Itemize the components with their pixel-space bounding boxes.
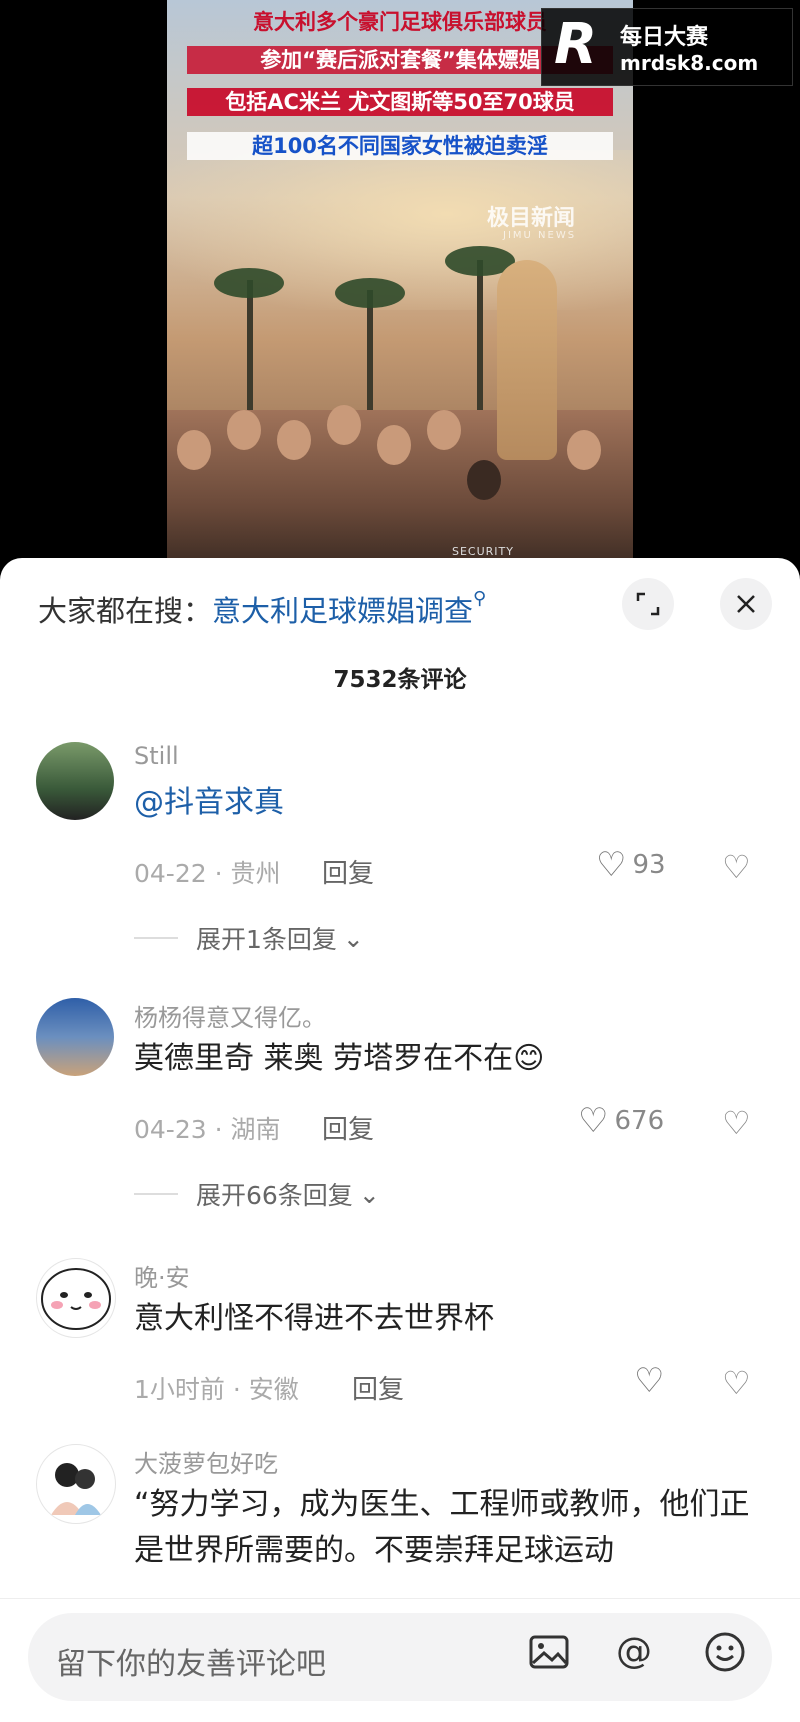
- comment-text[interactable]: “努力学习，成为医生、工程师或教师，他们正是世界所需要的。不要崇拜足球运动: [134, 1482, 754, 1574]
- reply-button[interactable]: 回复: [322, 1109, 374, 1146]
- comment-count: 7532条评论: [333, 667, 467, 693]
- comment-username[interactable]: 杨杨得意又得亿。: [134, 998, 326, 1033]
- comment-panel: 大家都在搜：意大利足球嫖娼调查⚲ 7532条评论 Still @抖音求真 04-…: [0, 558, 800, 1721]
- expand-replies-label: 展开66条回复: [196, 1181, 353, 1210]
- comment-date-location: 04-22 · 贵州: [134, 859, 281, 888]
- chevron-down-icon: ⌄: [358, 1179, 380, 1209]
- comment-text[interactable]: @抖音求真: [134, 780, 754, 826]
- reply-button[interactable]: 回复: [322, 853, 374, 890]
- like-button[interactable]: ♡: [634, 1364, 664, 1398]
- person: [467, 460, 501, 500]
- expand-replies[interactable]: 展开1条回复 ⌄: [134, 920, 364, 956]
- palm-tree: [477, 260, 483, 420]
- palm-leaves: [335, 278, 405, 308]
- divider: [134, 937, 178, 939]
- avatar[interactable]: [36, 1258, 116, 1338]
- dislike-icon[interactable]: ♡: [722, 1104, 751, 1142]
- palm-leaves: [214, 268, 284, 298]
- video-headline: 超100名不同国家女性被迫卖淫: [187, 132, 613, 160]
- comment-username[interactable]: 大菠萝包好吃: [134, 1444, 278, 1479]
- search-term-link[interactable]: 意大利足球嫖娼调查: [212, 594, 473, 628]
- logo-url: mrdsk8.com: [620, 51, 759, 75]
- person: [177, 430, 211, 470]
- comment-text[interactable]: 莫德里奇 莱奥 劳塔罗在不在😊: [134, 1036, 754, 1082]
- video-player[interactable]: 意大利多个豪门足球俱乐部球员 参加“赛后派对套餐”集体嫖娼 包括AC米兰 尤文图…: [0, 0, 800, 565]
- security-text: SECURITY: [452, 545, 514, 558]
- couple-avatar-icon: [51, 1463, 101, 1515]
- like-count: 676: [614, 1106, 665, 1136]
- comment-input[interactable]: 留下你的友善评论吧 @: [28, 1613, 772, 1701]
- expand-replies[interactable]: 展开66条回复 ⌄: [134, 1176, 380, 1212]
- heart-icon: ♡: [578, 1101, 609, 1141]
- heart-icon: ♡: [596, 845, 627, 885]
- comment-text[interactable]: 意大利怪不得进不去世界杯: [134, 1296, 754, 1342]
- person: [377, 425, 411, 465]
- avatar[interactable]: [36, 742, 114, 820]
- search-icon[interactable]: ⚲: [473, 588, 486, 609]
- chevron-down-icon: ⌄: [342, 923, 364, 953]
- dislike-icon[interactable]: ♡: [722, 1364, 751, 1402]
- comment-input-bar: 留下你的友善评论吧 @: [0, 1598, 800, 1722]
- expand-replies-label: 展开1条回复: [196, 925, 337, 954]
- crowd: [167, 405, 633, 565]
- expand-icon: [636, 592, 660, 616]
- dancer-figure: [497, 260, 557, 460]
- palm-tree: [367, 290, 373, 420]
- person: [327, 405, 361, 445]
- image-icon: [529, 1635, 569, 1669]
- like-count: 93: [632, 850, 666, 880]
- avatar[interactable]: [36, 1444, 116, 1524]
- comment-username[interactable]: Still: [134, 742, 179, 770]
- reply-button[interactable]: 回复: [352, 1369, 404, 1406]
- cartoon-face-icon: [41, 1268, 111, 1330]
- dislike-icon[interactable]: ♡: [722, 848, 751, 886]
- like-button[interactable]: ♡ 676: [578, 1104, 664, 1138]
- comment-date-location: 04-23 · 湖南: [134, 1115, 281, 1144]
- logo-name: 每日大赛: [620, 25, 709, 50]
- video-headline: 包括AC米兰 尤文图斯等50至70球员: [187, 88, 613, 116]
- expand-icon[interactable]: [622, 578, 674, 630]
- person: [567, 430, 601, 470]
- at-mention-icon[interactable]: @: [616, 1631, 652, 1672]
- logo-mark: R: [554, 12, 598, 77]
- heart-icon: ♡: [634, 1361, 665, 1401]
- palm-tree: [247, 280, 253, 420]
- like-button[interactable]: ♡ 93: [596, 848, 666, 882]
- emoji-icon[interactable]: [704, 1631, 746, 1682]
- comment-input-placeholder: 留下你的友善评论吧: [56, 1647, 326, 1682]
- divider: [134, 1193, 178, 1195]
- news-watermark: 极目新闻: [487, 206, 576, 231]
- close-icon: [737, 595, 755, 613]
- emoji-icon: [705, 1632, 745, 1672]
- site-logo: R 每日大赛 mrdsk8.com: [541, 8, 793, 86]
- person: [277, 420, 311, 460]
- search-label: 大家都在搜：: [38, 594, 213, 628]
- comment-username[interactable]: 晚·安: [134, 1258, 190, 1293]
- person: [427, 410, 461, 450]
- person: [227, 410, 261, 450]
- comment-date-location: 1小时前 · 安徽: [134, 1375, 299, 1404]
- search-suggestion[interactable]: 大家都在搜：意大利足球嫖娼调查⚲: [38, 588, 486, 630]
- image-icon[interactable]: [528, 1631, 570, 1682]
- close-button[interactable]: [720, 578, 772, 630]
- avatar[interactable]: [36, 998, 114, 1076]
- news-watermark-sub: JIMU NEWS: [503, 230, 577, 241]
